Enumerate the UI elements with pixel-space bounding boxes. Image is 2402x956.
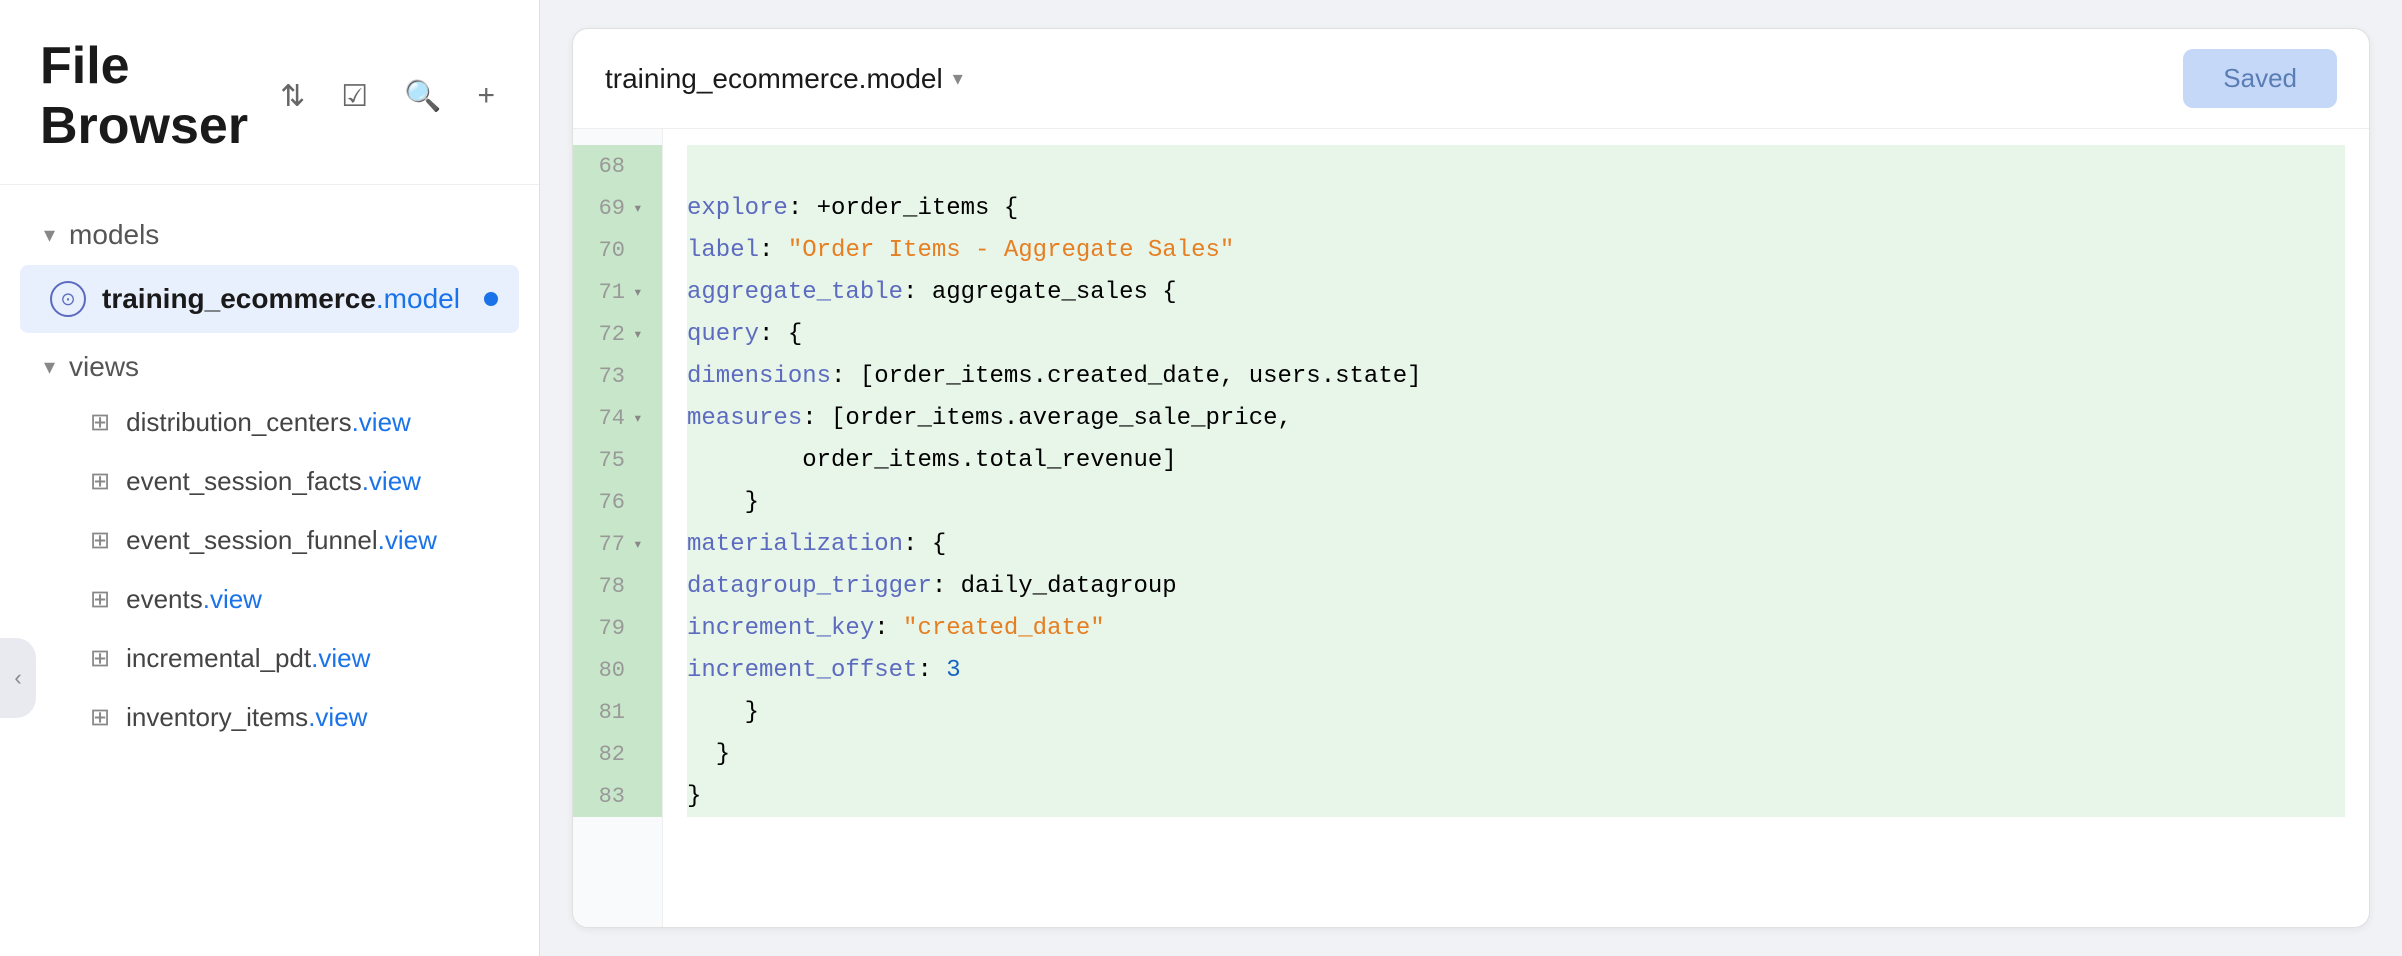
view-file-icon: ⊞: [90, 526, 110, 555]
saved-button[interactable]: Saved: [2183, 49, 2337, 108]
code-line[interactable]: order_items.total_revenue]: [687, 439, 2345, 481]
code-line[interactable]: label: "Order Items - Aggregate Sales": [687, 229, 2345, 271]
models-folder: ▾ models ⊙ training_ecommerce.model: [0, 209, 539, 333]
line-number-row: 79: [573, 607, 662, 649]
model-file-icon: ⊙: [50, 281, 86, 317]
add-icon[interactable]: +: [473, 75, 499, 117]
line-number-row: 80: [573, 649, 662, 691]
unsaved-indicator: [484, 292, 498, 306]
line-number-row: 68: [573, 145, 662, 187]
filter-icon[interactable]: ⇅: [276, 75, 309, 118]
views-arrow: ▾: [44, 354, 55, 380]
models-label: models: [69, 219, 159, 251]
code-line[interactable]: query: {: [687, 313, 2345, 355]
line-number-row: 77 ▾: [573, 523, 662, 565]
fold-arrow[interactable]: ▾: [633, 534, 649, 554]
line-number: 80: [585, 658, 625, 683]
view-file-name: events.view: [126, 584, 262, 615]
line-number: 73: [585, 364, 625, 389]
line-number: 81: [585, 700, 625, 725]
active-file-item[interactable]: ⊙ training_ecommerce.model: [20, 265, 519, 333]
line-number: 78: [585, 574, 625, 599]
code-line[interactable]: datagroup_trigger: daily_datagroup: [687, 565, 2345, 607]
view-file-item[interactable]: ⊞ events.view: [0, 570, 539, 629]
view-file-item[interactable]: ⊞ inventory_items.view: [0, 688, 539, 747]
active-file-name: training_ecommerce.model: [102, 283, 460, 315]
line-number: 79: [585, 616, 625, 641]
view-file-name: event_session_funnel.view: [126, 525, 437, 556]
views-list: ⊞ distribution_centers.view ⊞ event_sess…: [0, 393, 539, 747]
fold-arrow[interactable]: ▾: [633, 324, 649, 344]
line-number: 76: [585, 490, 625, 515]
fold-arrow[interactable]: ▾: [633, 282, 649, 302]
line-number: 74: [585, 406, 625, 431]
code-line[interactable]: }: [687, 691, 2345, 733]
tab-dropdown-arrow: ▾: [953, 66, 963, 91]
line-number-row: 81: [573, 691, 662, 733]
view-file-icon: ⊞: [90, 644, 110, 673]
line-number: 77: [585, 532, 625, 557]
view-file-icon: ⊞: [90, 467, 110, 496]
code-line[interactable]: }: [687, 775, 2345, 817]
line-number-row: 69 ▾: [573, 187, 662, 229]
view-file-icon: ⊞: [90, 703, 110, 732]
views-label: views: [69, 351, 139, 383]
line-number: 68: [585, 154, 625, 179]
code-line[interactable]: measures: [order_items.average_sale_pric…: [687, 397, 2345, 439]
models-folder-header[interactable]: ▾ models: [0, 209, 539, 261]
line-number-row: 72 ▾: [573, 313, 662, 355]
view-file-name: distribution_centers.view: [126, 407, 411, 438]
view-file-name: event_session_facts.view: [126, 466, 421, 497]
fold-arrow[interactable]: ▾: [633, 408, 649, 428]
code-line[interactable]: aggregate_table: aggregate_sales {: [687, 271, 2345, 313]
view-file-item[interactable]: ⊞ event_session_funnel.view: [0, 511, 539, 570]
line-number: 75: [585, 448, 625, 473]
view-file-icon: ⊞: [90, 408, 110, 437]
line-number: 71: [585, 280, 625, 305]
line-number-row: 70: [573, 229, 662, 271]
line-number: 82: [585, 742, 625, 767]
line-number-row: 71 ▾: [573, 271, 662, 313]
file-icon[interactable]: ☑: [337, 75, 372, 118]
line-number: 72: [585, 322, 625, 347]
models-arrow: ▾: [44, 222, 55, 248]
fold-arrow[interactable]: ▾: [633, 198, 649, 218]
code-line[interactable]: dimensions: [order_items.created_date, u…: [687, 355, 2345, 397]
code-editor[interactable]: explore: +order_items { label: "Order It…: [663, 129, 2369, 927]
view-file-item[interactable]: ⊞ incremental_pdt.view: [0, 629, 539, 688]
line-number-row: 76: [573, 481, 662, 523]
line-number: 69: [585, 196, 625, 221]
sidebar-title: File Browser: [40, 36, 248, 156]
file-tab-name: training_ecommerce.model: [605, 63, 943, 95]
views-folder: ▾ views ⊞ distribution_centers.view ⊞ ev…: [0, 341, 539, 747]
code-line[interactable]: increment_offset: 3: [687, 649, 2345, 691]
line-number-row: 75: [573, 439, 662, 481]
view-file-name: incremental_pdt.view: [126, 643, 370, 674]
view-file-item[interactable]: ⊞ event_session_facts.view: [0, 452, 539, 511]
line-number: 83: [585, 784, 625, 809]
views-folder-header[interactable]: ▾ views: [0, 341, 539, 393]
view-file-icon: ⊞: [90, 585, 110, 614]
code-line[interactable]: explore: +order_items {: [687, 187, 2345, 229]
view-file-name: inventory_items.view: [126, 702, 367, 733]
file-tab[interactable]: training_ecommerce.model ▾: [605, 63, 963, 95]
collapse-handle[interactable]: ‹: [0, 638, 36, 718]
line-number: 70: [585, 238, 625, 263]
code-line[interactable]: }: [687, 481, 2345, 523]
line-numbers: 68 69 ▾ 70 71 ▾ 72 ▾ 73 74 ▾ 75 76 77 ▾ 78 79 80 81 82 83: [573, 129, 663, 927]
code-line[interactable]: materialization: {: [687, 523, 2345, 565]
code-line[interactable]: increment_key: "created_date": [687, 607, 2345, 649]
line-number-row: 82: [573, 733, 662, 775]
line-number-row: 78: [573, 565, 662, 607]
code-line[interactable]: [687, 145, 2345, 187]
line-number-row: 74 ▾: [573, 397, 662, 439]
line-number-row: 73: [573, 355, 662, 397]
line-number-row: 83: [573, 775, 662, 817]
view-file-item[interactable]: ⊞ distribution_centers.view: [0, 393, 539, 452]
code-line[interactable]: }: [687, 733, 2345, 775]
search-icon[interactable]: 🔍: [400, 75, 445, 118]
